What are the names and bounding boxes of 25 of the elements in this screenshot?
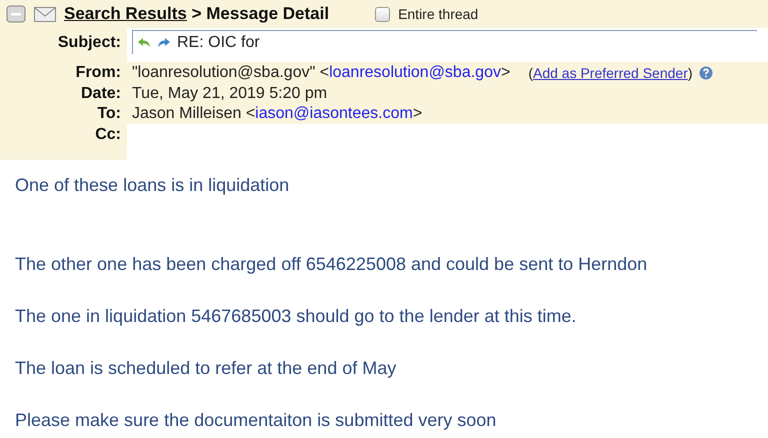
message-paragraph: Please make sure the documentaiton is submitted very soon (15, 409, 496, 432)
reply-arrow-icon (137, 37, 151, 48)
message-paragraph: The loan is scheduled to refer at the end of May (15, 357, 396, 380)
collapse-icon[interactable] (6, 5, 26, 23)
message-paragraph: The other one has been charged off 6546225008 and could be sent to Herndon (15, 253, 648, 276)
recipient-text: Jason Milleisen <iason@iasontees.com> (132, 105, 422, 123)
field-label: To: (97, 105, 121, 123)
forward-arrow-icon (157, 37, 171, 48)
field-label: Cc: (95, 126, 121, 144)
envelope-icon (34, 6, 56, 22)
field-label: From: (76, 64, 121, 82)
field-label: Subject: (58, 34, 121, 52)
field-label: Date: (80, 85, 121, 103)
entire-thread-checkbox[interactable]: Entire thread (375, 6, 478, 22)
breadcrumb-title: Search Results > Message Detail (64, 4, 330, 24)
email-link[interactable]: iason@iasontees.com (255, 105, 413, 122)
date-text: Tue, May 21, 2019 5:20 pm (132, 85, 328, 103)
search-results-link[interactable]: Search Results (64, 4, 187, 23)
message-paragraph: One of these loans is in liquidation (15, 174, 290, 197)
message-paragraph: The one in liquidation 5467685003 should go to the lender at this time. (15, 305, 576, 328)
email-link[interactable]: loanresolution@sba.gov (329, 64, 501, 81)
subject-field: RE: OIC for (132, 30, 757, 54)
sender-text: "loanresolution@sba.gov" <loanresolution@sba.gov> (132, 64, 510, 82)
preferred-sender-link[interactable]: (Add as Preferred Sender) (528, 65, 693, 81)
help-icon[interactable] (698, 66, 713, 80)
